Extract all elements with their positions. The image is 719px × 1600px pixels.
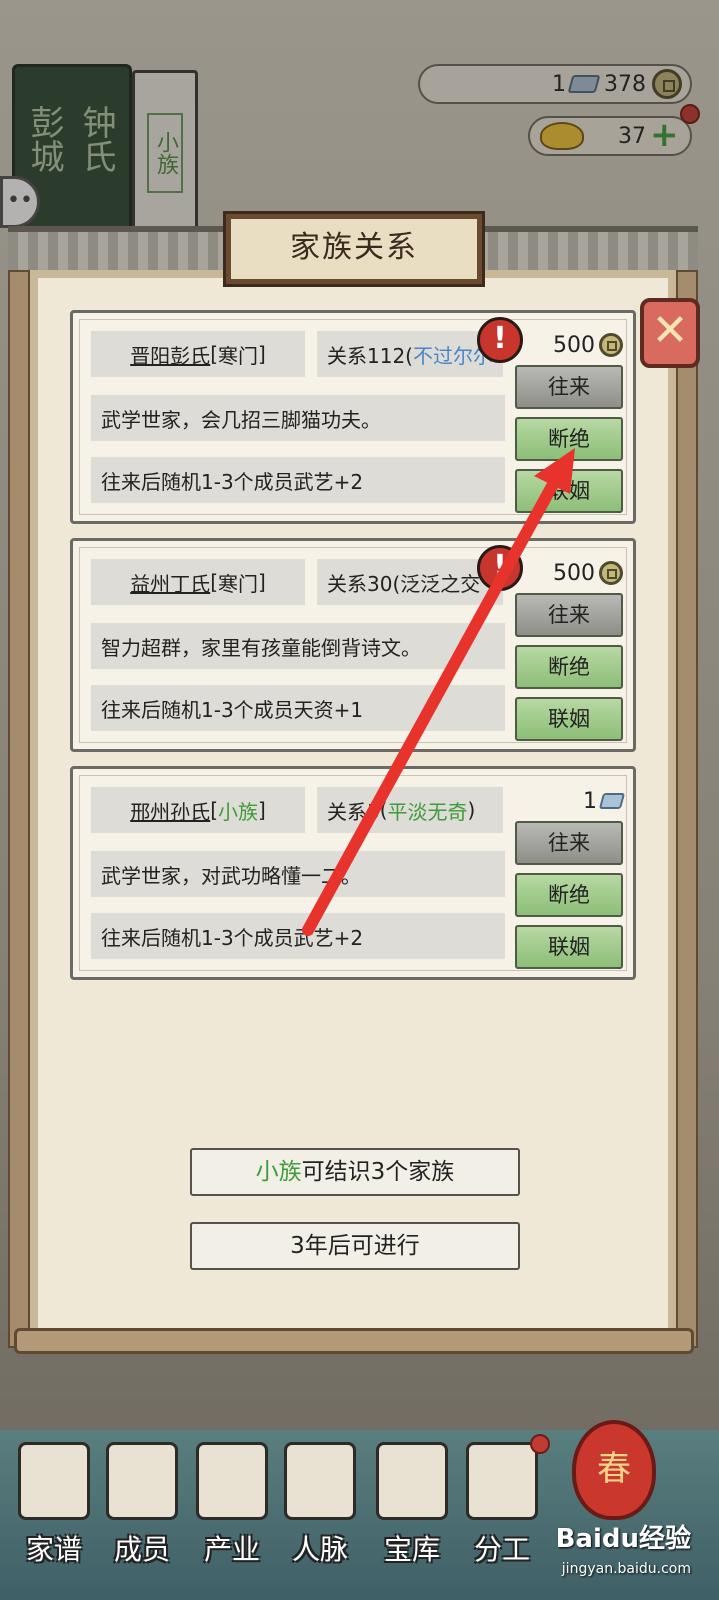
cost-amount: 1 (583, 788, 597, 814)
alert-icon: ! (477, 317, 523, 363)
dialog-base (14, 1328, 694, 1354)
nav-label: 宝库 (383, 1533, 440, 1566)
visit-button[interactable]: 往来 (515, 365, 623, 409)
copper-coin-icon (599, 561, 623, 585)
watermark-url: jingyan.baidu.com (561, 1561, 691, 1577)
marriage-button[interactable]: 联姻 (515, 469, 623, 513)
visit-cost: 500 (535, 327, 623, 363)
nav-assignment[interactable]: 分工 (456, 1436, 548, 1576)
spring-lantern-button[interactable]: 春 (572, 1420, 656, 1520)
nav-label: 家谱 (25, 1533, 82, 1566)
nav-label: 产业 (203, 1533, 260, 1566)
clan-rank: 小族 (218, 799, 258, 824)
marriage-button[interactable]: 联姻 (515, 697, 623, 741)
copper-coin-icon (599, 333, 623, 357)
dialog-left-pillar (8, 270, 30, 1348)
nav-label: 成员 (113, 1533, 170, 1566)
clan-limit-info: 小族可结识3个家族 (190, 1148, 520, 1196)
relation-status: 平淡无奇 (387, 799, 468, 824)
clan-card: 邢州孙氏[小族] 关系5(平淡无奇) 武学世家，对武功略懂一二。 往来后随机1-… (70, 766, 636, 980)
visit-cost: 500 (535, 555, 623, 591)
clan-name-cell[interactable]: 益州丁氏[寒门] (91, 559, 305, 605)
clan-limit-text: 可结识3个家族 (301, 1159, 455, 1185)
scroll-icon (466, 1442, 538, 1520)
visit-button[interactable]: 往来 (515, 593, 623, 637)
clan-description: 武学世家，会几招三脚猫功夫。 (91, 395, 505, 441)
sever-button[interactable]: 断绝 (515, 645, 623, 689)
network-icon (284, 1442, 356, 1520)
clan-card: 晋阳彭氏[寒门] 关系112(不过尔尔 武学世家，会几招三脚猫功夫。 往来后随机… (70, 310, 636, 524)
dialog-right-pillar (676, 270, 698, 1348)
silver-ingot-icon (598, 793, 626, 809)
clan-name[interactable]: 晋阳彭氏 (130, 340, 210, 369)
clan-effect: 往来后随机1-3个成员武艺+2 (91, 913, 505, 959)
clan-rank: 寒门 (218, 343, 258, 368)
clan-relation: 关系5(平淡无奇) (317, 787, 503, 833)
clan-name-cell[interactable]: 邢州孙氏[小族] (91, 787, 305, 833)
alert-icon: ! (477, 545, 523, 591)
relation-value: 关系30(泛泛之交 (327, 571, 481, 596)
watermark: Baidu经验 jingyan.baidu.com (556, 1524, 691, 1584)
watermark-brand: Baidu经验 (555, 1524, 691, 1554)
treasure-chest-icon (376, 1442, 448, 1520)
cooldown-button[interactable]: 3年后可进行 (190, 1222, 520, 1270)
clan-name[interactable]: 益州丁氏 (130, 568, 210, 597)
cost-amount: 500 (553, 332, 595, 358)
dialog-title: 家族关系 (223, 211, 485, 287)
clan-effect: 往来后随机1-3个成员武艺+2 (91, 457, 505, 503)
relation-value: 关系112( (327, 343, 413, 368)
clan-tier-word: 小族 (255, 1159, 302, 1185)
sever-button[interactable]: 断绝 (515, 873, 623, 917)
member-portrait-icon (106, 1442, 178, 1520)
genealogy-book-icon (18, 1442, 90, 1520)
nav-label: 人脉 (291, 1533, 348, 1566)
clan-rank: 寒门 (218, 571, 258, 596)
relation-value: 关系5 (327, 799, 380, 824)
clan-name-cell[interactable]: 晋阳彭氏[寒门] (91, 331, 305, 377)
notification-dot (530, 1434, 550, 1454)
nav-treasury[interactable]: 宝库 (366, 1436, 458, 1576)
nav-property[interactable]: 产业 (186, 1436, 278, 1576)
close-button[interactable]: ✕ (640, 298, 700, 368)
clan-description: 智力超群，家里有孩童能倒背诗文。 (91, 623, 505, 669)
property-building-icon (196, 1442, 268, 1520)
cost-amount: 500 (553, 560, 595, 586)
marriage-button[interactable]: 联姻 (515, 925, 623, 969)
clan-description: 武学世家，对武功略懂一二。 (91, 851, 505, 897)
nav-connections[interactable]: 人脉 (274, 1436, 366, 1576)
clan-effect: 往来后随机1-3个成员天资+1 (91, 685, 505, 731)
clan-card: 益州丁氏[寒门] 关系30(泛泛之交 智力超群，家里有孩童能倒背诗文。 往来后随… (70, 538, 636, 752)
sever-button[interactable]: 断绝 (515, 417, 623, 461)
nav-members[interactable]: 成员 (96, 1436, 188, 1576)
clan-relation: 关系112(不过尔尔 (317, 331, 503, 377)
clan-name[interactable]: 邢州孙氏 (130, 796, 210, 825)
visit-cost: 1 (535, 783, 626, 819)
nav-genealogy[interactable]: 家谱 (8, 1436, 100, 1576)
nav-label: 分工 (473, 1533, 530, 1566)
clan-relation: 关系30(泛泛之交 (317, 559, 503, 605)
visit-button[interactable]: 往来 (515, 821, 623, 865)
